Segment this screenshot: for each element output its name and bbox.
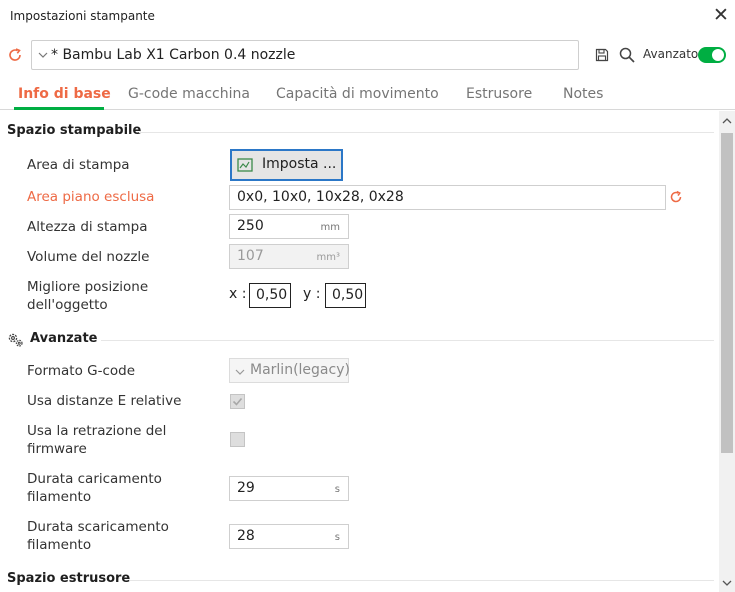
load-time-input[interactable]: 29 s: [229, 476, 349, 501]
section-divider: [130, 580, 714, 581]
gcode-format-value: Marlin(legacy): [250, 362, 350, 378]
excluded-area-input[interactable]: 0x0, 10x0, 10x28, 0x28: [229, 185, 666, 210]
chevron-down-icon: [235, 369, 245, 375]
search-icon[interactable]: [619, 47, 635, 63]
save-icon[interactable]: [595, 48, 609, 62]
nozzle-volume-value: 107: [237, 248, 264, 264]
bed-shape-icon: [237, 158, 253, 172]
section-title-advanced: Avanzate: [30, 331, 98, 346]
scroll-up-icon[interactable]: [722, 117, 732, 125]
best-position-label-line2: dell'oggetto: [27, 297, 108, 313]
preset-name: * Bambu Lab X1 Carbon 0.4 nozzle: [51, 47, 296, 63]
section-title-printable: Spazio stampabile: [7, 123, 142, 138]
section-divider: [101, 340, 714, 341]
excluded-area-value: 0x0, 10x0, 10x28, 0x28: [237, 189, 404, 205]
checkmark-icon: [232, 397, 243, 406]
chevron-down-icon: [38, 52, 48, 58]
relative-e-label: Usa distanze E relative: [27, 393, 182, 409]
gcode-format-select: Marlin(legacy): [229, 358, 350, 383]
best-position-y-value: 0,50: [332, 287, 364, 303]
section-title-extruder: Spazio estrusore: [7, 571, 131, 586]
unload-time-label-line1: Durata scaricamento: [27, 519, 169, 535]
fw-retraction-checkbox[interactable]: [230, 432, 245, 447]
nozzle-volume-unit: mm³: [316, 252, 341, 263]
excluded-area-label: Area piano esclusa: [27, 189, 155, 205]
section-divider: [139, 132, 714, 133]
tab-estrusore[interactable]: Estrusore: [466, 86, 532, 102]
fw-retraction-label-line2: firmware: [27, 441, 87, 457]
active-tab-indicator: [14, 107, 104, 110]
reset-icon[interactable]: [669, 190, 683, 204]
scrollbar-thumb[interactable]: [721, 133, 733, 453]
settings-panel: Spazio stampabile Area di stampa Imposta…: [0, 111, 719, 592]
advanced-label: Avanzato: [643, 47, 699, 61]
unload-time-input[interactable]: 28 s: [229, 524, 349, 549]
print-height-unit: mm: [320, 222, 340, 233]
advanced-toggle[interactable]: [698, 47, 726, 63]
gears-icon: [8, 333, 23, 347]
preset-bar: * Bambu Lab X1 Carbon 0.4 nozzle Avanzat…: [0, 36, 735, 74]
best-position-x-label: x :: [229, 286, 247, 302]
gcode-format-label: Formato G-code: [27, 363, 136, 379]
preset-select[interactable]: * Bambu Lab X1 Carbon 0.4 nozzle: [31, 40, 579, 70]
load-time-value: 29: [237, 480, 255, 496]
best-position-y-input[interactable]: 0,50: [325, 283, 366, 308]
tab-bar: Info di base G-code macchina Capacità di…: [0, 82, 735, 110]
load-time-label-line1: Durata caricamento: [27, 471, 162, 487]
nozzle-volume-input: 107 mm³: [229, 244, 349, 269]
unload-time-label-line2: filamento: [27, 537, 92, 553]
print-height-label: Altezza di stampa: [27, 219, 148, 235]
nozzle-volume-label: Volume del nozzle: [27, 249, 150, 265]
print-area-label: Area di stampa: [27, 157, 130, 173]
fw-retraction-label-line1: Usa la retrazione del: [27, 423, 167, 439]
set-print-area-button[interactable]: Imposta ...: [230, 149, 343, 181]
unload-time-value: 28: [237, 528, 255, 544]
best-position-label-line1: Migliore posizione: [27, 279, 149, 295]
load-time-unit: s: [334, 484, 340, 495]
title-bar: Impostazioni stampante ✕: [0, 0, 735, 32]
best-position-x-input[interactable]: 0,50: [249, 283, 291, 308]
best-position-x-value: 0,50: [256, 287, 288, 303]
unload-time-unit: s: [334, 532, 340, 543]
set-print-area-label: Imposta ...: [262, 156, 337, 172]
relative-e-checkbox[interactable]: [230, 394, 245, 409]
tab-gcode-macchina[interactable]: G-code macchina: [128, 86, 250, 102]
toggle-knob: [712, 49, 724, 61]
vertical-scrollbar[interactable]: [719, 111, 735, 592]
load-time-label-line2: filamento: [27, 489, 92, 505]
window-title: Impostazioni stampante: [10, 9, 155, 23]
print-height-value: 250: [237, 218, 264, 234]
print-height-input[interactable]: 250 mm: [229, 214, 349, 239]
sync-icon[interactable]: [7, 47, 23, 63]
tab-info-di-base[interactable]: Info di base: [18, 86, 111, 102]
tab-capacita-movimento[interactable]: Capacità di movimento: [276, 86, 439, 102]
best-position-y-label: y :: [303, 286, 321, 302]
close-button[interactable]: ✕: [710, 4, 732, 26]
tab-notes[interactable]: Notes: [563, 86, 603, 102]
scroll-down-icon[interactable]: [722, 579, 732, 587]
